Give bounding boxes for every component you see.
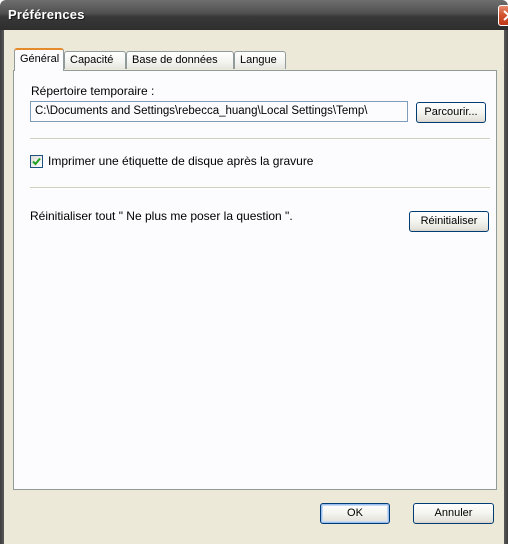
temp-dir-label: Répertoire temporaire : — [31, 84, 155, 98]
print-label-checkbox-label[interactable]: Imprimer une étiquette de disque après l… — [48, 154, 313, 168]
separator-1 — [30, 138, 490, 140]
close-button[interactable] — [498, 5, 508, 26]
window-title: Préférences — [8, 7, 85, 22]
browse-button[interactable]: Parcourir... — [416, 102, 486, 123]
tab-database[interactable]: Base de données — [126, 51, 234, 69]
tab-general[interactable]: Général — [14, 48, 64, 71]
ok-button[interactable]: OK — [320, 503, 390, 524]
print-label-checkbox[interactable] — [30, 155, 43, 168]
reset-button[interactable]: Réinitialiser — [409, 211, 489, 232]
close-icon — [503, 10, 508, 21]
preferences-dialog: Préférences Général Capacité Base de don… — [0, 0, 508, 544]
general-tab-panel: Répertoire temporaire : C:\Documents and… — [13, 70, 497, 490]
cancel-button[interactable]: Annuler — [413, 503, 494, 524]
separator-2 — [30, 187, 490, 189]
title-bar[interactable]: Préférences — [0, 0, 508, 30]
checkmark-icon — [32, 157, 41, 166]
dialog-client-area: Général Capacité Base de données Langue … — [4, 30, 504, 544]
window-frame-right — [504, 30, 508, 544]
tab-capacity[interactable]: Capacité — [64, 51, 126, 69]
reset-description: Réinitialiser tout " Ne plus me poser la… — [30, 209, 293, 223]
tab-language[interactable]: Langue — [234, 51, 286, 69]
temp-dir-field[interactable]: C:\Documents and Settings\rebecca_huang\… — [30, 101, 408, 122]
